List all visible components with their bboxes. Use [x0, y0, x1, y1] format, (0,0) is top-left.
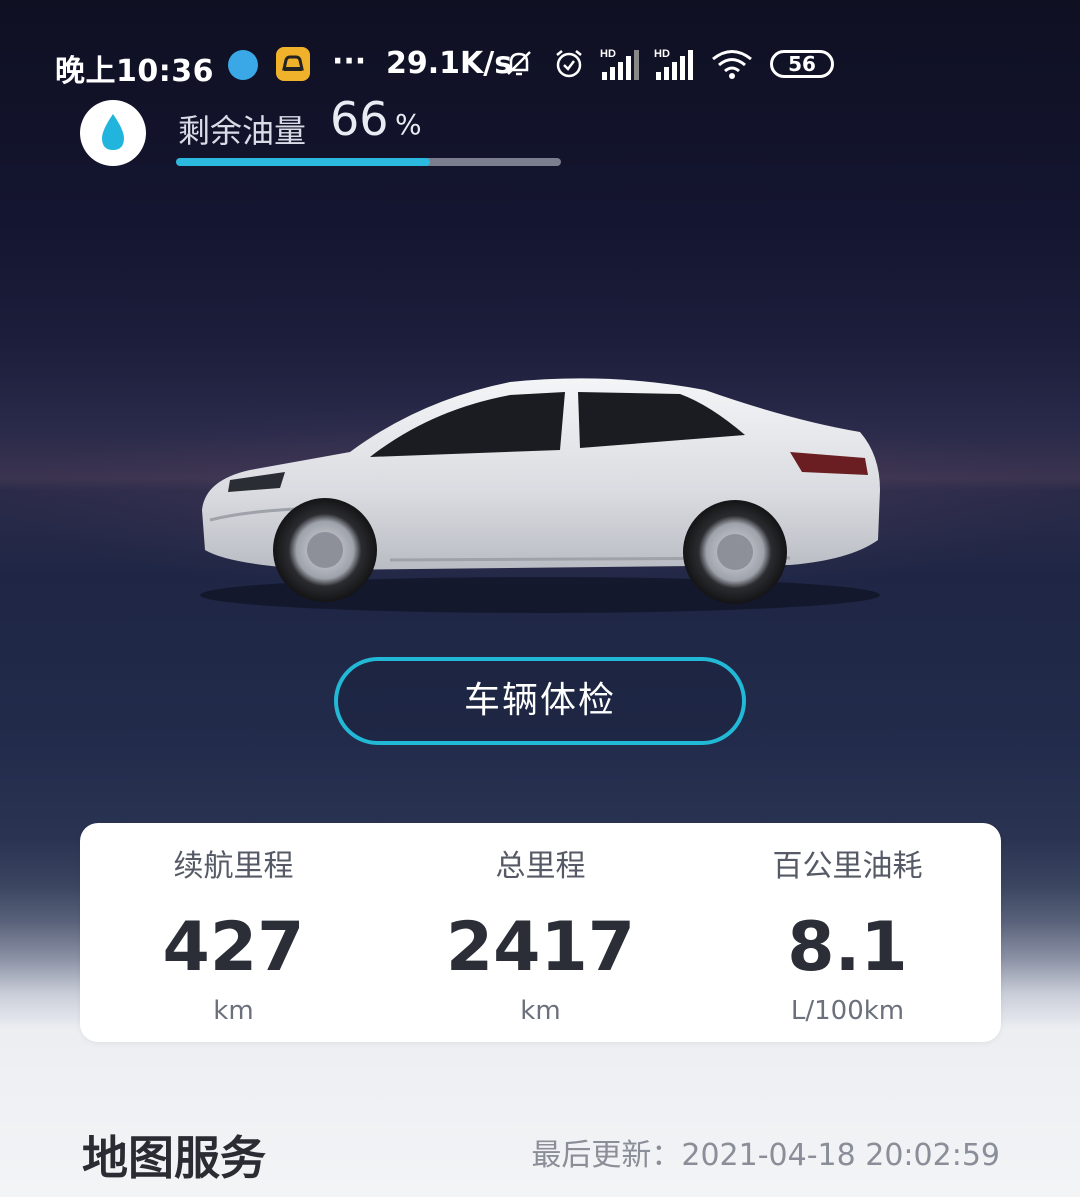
fuel-progress-fill	[176, 158, 431, 166]
stat-fuel-consumption-label: 百公里油耗	[772, 849, 923, 884]
stat-total-mileage-label: 总里程	[495, 849, 586, 884]
mute-bell-icon	[502, 46, 536, 87]
car-image	[190, 360, 890, 620]
fuel-label: 剩余油量	[178, 112, 307, 150]
stat-range: 续航里程 427 km	[80, 823, 387, 1042]
stat-fuel-consumption: 百公里油耗 8.1 L/100km	[694, 823, 1001, 1042]
fuel-progress-bar	[176, 158, 561, 166]
hd-signal-icon: HD	[654, 46, 696, 89]
status-dots: ···	[332, 44, 367, 79]
fuel-unit: %	[395, 108, 422, 141]
stat-total-mileage-value: 2417	[445, 908, 636, 987]
stats-card: 续航里程 427 km 总里程 2417 km 百公里油耗 8.1 L/100k…	[80, 823, 1001, 1042]
alarm-icon	[552, 46, 586, 87]
stat-range-label: 续航里程	[173, 849, 294, 884]
svg-text:HD: HD	[654, 48, 670, 60]
svg-text:HD: HD	[600, 48, 616, 60]
stat-range-unit: km	[213, 996, 254, 1026]
map-last-updated: 最后更新：2021-04-18 20:02:59	[531, 1138, 1000, 1173]
map-section-title: 地图服务	[82, 1131, 266, 1185]
hd-signal-icon: HD	[600, 46, 642, 89]
stat-total-mileage-unit: km	[520, 996, 561, 1026]
stat-fuel-consumption-value: 8.1	[787, 908, 908, 987]
status-time: 晚上10:36	[55, 54, 214, 89]
battery-indicator: 56	[770, 50, 834, 78]
status-bar: 晚上10:36 ··· 29.1K/s HD HD 56	[0, 40, 1080, 90]
stat-total-mileage: 总里程 2417 km	[387, 823, 694, 1042]
wifi-icon	[710, 46, 754, 89]
stat-range-value: 427	[162, 908, 305, 987]
car-app-icon	[276, 47, 310, 81]
fuel-value: 66	[330, 92, 389, 146]
fuel-drop-icon	[80, 100, 146, 166]
vehicle-check-button[interactable]: 车辆体检	[334, 657, 746, 745]
browser-icon	[228, 50, 258, 80]
network-speed: 29.1K/s	[386, 46, 513, 81]
stat-fuel-consumption-unit: L/100km	[790, 996, 905, 1026]
